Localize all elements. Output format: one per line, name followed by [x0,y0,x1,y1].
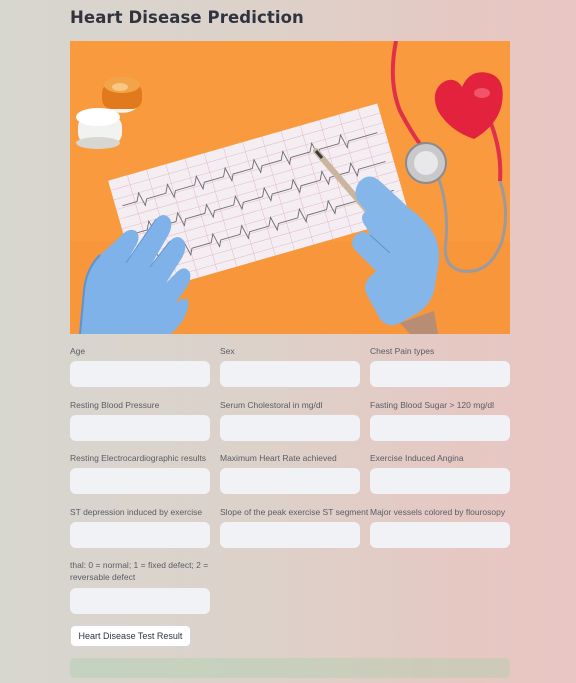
chest-pain-field: Chest Pain types [370,345,510,387]
result-message [70,658,510,678]
age-field: Age [70,345,210,387]
sex-field: Sex [220,345,360,387]
major-vessels-label: Major vessels colored by flourosopy [370,507,506,517]
major-vessels-input[interactable] [370,522,510,548]
exercise-angina-field: Exercise Induced Angina [370,452,510,494]
fasting-sugar-field: Fasting Blood Sugar > 120 mg/dl [370,399,510,441]
resting-bp-label: Resting Blood Pressure [70,400,160,410]
exercise-angina-label: Exercise Induced Angina [370,453,464,463]
sex-label: Sex [220,346,235,356]
cholesterol-field: Serum Cholestoral in mg/dl [220,399,360,441]
st-depression-label: ST depression induced by exercise [70,507,203,517]
resting-ecg-input[interactable] [70,468,210,494]
resting-bp-input[interactable] [70,415,210,441]
resting-bp-field: Resting Blood Pressure [70,399,210,441]
pill-cup-icon [76,108,122,149]
major-vessels-field: Major vessels colored by flourosopy [370,506,510,548]
thal-input[interactable] [70,588,210,614]
thal-field: thal: 0 = normal; 1 = fixed defect; 2 = … [70,559,210,614]
st-slope-input[interactable] [220,522,360,548]
chest-pain-label: Chest Pain types [370,346,435,356]
age-input[interactable] [70,361,210,387]
resting-ecg-field: Resting Electrocardiographic results [70,452,210,494]
hero-image [70,41,510,334]
st-depression-field: ST depression induced by exercise [70,506,210,548]
chest-pain-input[interactable] [370,361,510,387]
max-heart-rate-input[interactable] [220,468,360,494]
thal-label: thal: 0 = normal; 1 = fixed defect; 2 = … [70,560,209,582]
test-result-button[interactable]: Heart Disease Test Result [70,625,191,647]
st-depression-input[interactable] [70,522,210,548]
exercise-angina-input[interactable] [370,468,510,494]
age-label: Age [70,346,86,356]
max-heart-rate-field: Maximum Heart Rate achieved [220,452,360,494]
page-title: Heart Disease Prediction [70,8,304,27]
st-slope-field: Slope of the peak exercise ST segment [220,506,369,548]
cholesterol-label: Serum Cholestoral in mg/dl [220,400,323,410]
max-heart-rate-label: Maximum Heart Rate achieved [220,453,337,463]
fasting-sugar-label: Fasting Blood Sugar > 120 mg/dl [370,400,495,410]
resting-ecg-label: Resting Electrocardiographic results [70,453,207,463]
cholesterol-input[interactable] [220,415,360,441]
pill-bottle-icon [102,77,142,113]
sex-input[interactable] [220,361,360,387]
fasting-sugar-input[interactable] [370,415,510,441]
st-slope-label: Slope of the peak exercise ST segment [220,507,369,517]
